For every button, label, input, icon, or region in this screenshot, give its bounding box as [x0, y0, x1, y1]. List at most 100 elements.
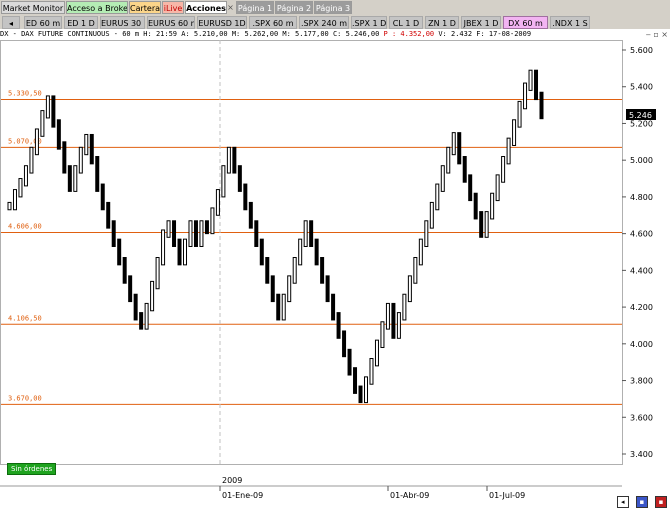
- price-bar: [204, 220, 209, 235]
- workspace-tab-7[interactable]: Página 3: [314, 1, 352, 14]
- price-bar: [155, 257, 160, 290]
- save-icon[interactable]: ▪: [635, 496, 648, 508]
- y-tick-label: 3.600: [630, 413, 653, 422]
- last-price-label: 5.246: [629, 111, 652, 120]
- price-bar: [128, 275, 133, 303]
- price-bar: [287, 275, 292, 303]
- info-high: M: 5.262,00: [231, 30, 279, 38]
- y-tick-label: 5.000: [630, 156, 653, 165]
- price-bar: [495, 174, 500, 202]
- price-bar: [506, 137, 511, 165]
- price-bar: [7, 201, 12, 211]
- y-tick-label: 4.800: [630, 193, 653, 202]
- symbol-tab-10[interactable]: JBEX 1 D: [461, 16, 501, 29]
- price-bar: [484, 211, 489, 238]
- symbol-tab-3[interactable]: EURUS 60 m: [147, 16, 195, 29]
- info-low: M: 5.177,00: [282, 30, 329, 38]
- price-bar: [161, 229, 166, 266]
- price-bar: [534, 69, 539, 101]
- symbol-tab-2[interactable]: EURUS 30 m: [100, 16, 145, 29]
- workspace-tab-0[interactable]: Market Monitor: [1, 1, 65, 14]
- symbol-tab-12[interactable]: .NDX 1 S: [550, 16, 590, 29]
- price-bar: [29, 146, 34, 174]
- symbol-tab-0[interactable]: ED 60 m: [24, 16, 62, 29]
- price-bar: [407, 275, 412, 303]
- price-bar: [254, 220, 259, 247]
- symbol-tab-1[interactable]: ED 1 D: [64, 16, 98, 29]
- price-bar: [73, 165, 78, 192]
- workspace-tab-2[interactable]: Cartera: [129, 1, 161, 14]
- price-bar: [435, 183, 440, 211]
- price-bar: [100, 183, 105, 211]
- symbol-tab-9[interactable]: ZN 1 D: [425, 16, 459, 29]
- price-bar: [177, 238, 182, 266]
- y-tick-label: 4.400: [630, 266, 653, 275]
- price-bar: [309, 220, 314, 247]
- symbol-tab-11[interactable]: DX 60 m: [503, 16, 548, 29]
- price-bar: [12, 189, 17, 211]
- price-bar: [512, 119, 517, 146]
- minimize-icon[interactable]: ‒: [646, 30, 651, 39]
- level-label: 3.670,00: [8, 394, 42, 402]
- year-label: 2009: [222, 476, 242, 485]
- delete-icon[interactable]: ▪: [655, 496, 667, 508]
- price-bar: [237, 165, 242, 192]
- symbol-tab-bar: ED 60 mED 1 DEURUS 30 mEURUS 60 mEURUSD …: [0, 15, 670, 29]
- price-bar: [78, 146, 83, 174]
- scroll-left-icon[interactable]: ◂: [616, 496, 629, 508]
- price-bar: [369, 358, 374, 385]
- price-bar: [183, 238, 188, 266]
- workspace-tab-5[interactable]: Página 1: [236, 1, 274, 14]
- price-bar: [490, 192, 495, 220]
- price-bar: [172, 220, 177, 247]
- price-bar: [457, 132, 462, 165]
- y-tick-label: 4.000: [630, 340, 653, 349]
- chart-window-controls[interactable]: ‒ ▫ ×: [646, 30, 668, 39]
- workspace-tab-1[interactable]: Acceso a Broker: [66, 1, 128, 14]
- price-bar: [34, 128, 39, 156]
- scroll-tabs-left-icon[interactable]: ◂: [2, 16, 20, 29]
- y-tick-label: 4.200: [630, 303, 653, 312]
- price-bar: [358, 385, 363, 404]
- symbol-tab-4[interactable]: EURUSD 1D: [197, 16, 247, 29]
- price-bar: [353, 367, 358, 394]
- price-bar: [374, 339, 379, 367]
- price-bar: [259, 238, 264, 266]
- price-chart[interactable]: 5.600 5.400 5.200 5.000 4.800 4.600 4.400 4.200…: [0, 40, 670, 504]
- price-bar: [325, 275, 330, 303]
- info-hour: H: 21:59: [143, 30, 178, 38]
- y-tick-label: 3.800: [630, 377, 653, 386]
- price-bar: [440, 165, 445, 192]
- price-bar: [380, 321, 385, 348]
- symbol-tab-5[interactable]: .SPX 60 m: [249, 16, 297, 29]
- price-bar: [342, 330, 347, 358]
- price-bar: [331, 293, 336, 321]
- price-bar: [424, 220, 429, 247]
- price-bar: [270, 275, 275, 303]
- close-tab-icon[interactable]: ×: [226, 1, 235, 14]
- price-bar: [396, 312, 401, 339]
- price-bar: [106, 201, 111, 229]
- y-tick-label: 5.400: [630, 83, 653, 92]
- price-bar: [298, 238, 303, 266]
- close-icon[interactable]: ×: [661, 30, 668, 39]
- symbol-tab-7[interactable]: .SPX 1 D: [351, 16, 387, 29]
- price-bar: [347, 348, 352, 376]
- price-bar: [23, 165, 28, 187]
- x-tick-label: 01-Jul-09: [489, 491, 525, 500]
- symbol-tab-8[interactable]: CL 1 D: [389, 16, 423, 29]
- level-label: 4.106,50: [8, 314, 42, 322]
- orders-status-button[interactable]: Sin órdenes: [7, 463, 57, 475]
- price-bar: [336, 312, 341, 339]
- price-bar: [303, 220, 308, 247]
- workspace-tab-4[interactable]: Acciones: [185, 1, 227, 14]
- workspace-tab-3[interactable]: iLive: [162, 1, 184, 14]
- info-change: P : 4.352,00: [383, 30, 435, 38]
- price-bar: [429, 201, 434, 229]
- price-bar: [292, 257, 297, 284]
- maximize-icon[interactable]: ▫: [653, 30, 658, 39]
- workspace-tab-6[interactable]: Página 2: [275, 1, 313, 14]
- symbol-tab-6[interactable]: .SPX 240 m: [299, 16, 349, 29]
- price-bar: [18, 178, 23, 198]
- price-bar: [67, 165, 72, 192]
